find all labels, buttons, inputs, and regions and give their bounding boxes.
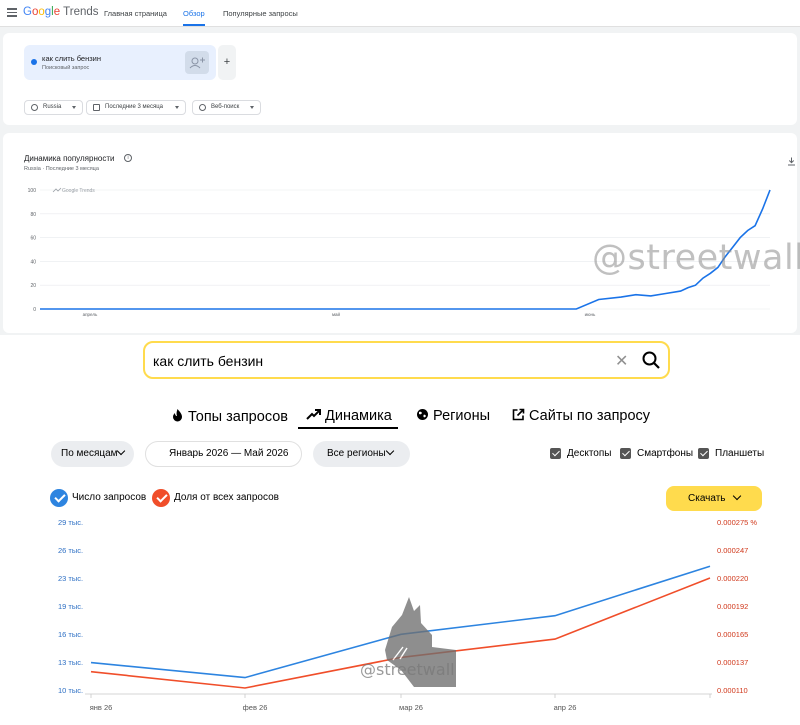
ya-y-right-tick-label: 0.000110	[717, 686, 748, 695]
gt-x-tick-label: апрель	[83, 312, 98, 317]
ya-y-left-tick-label: 19 тыс.	[58, 602, 83, 611]
ya-y-right-tick-label: 0.000192	[717, 602, 748, 611]
yandex-wordstat-panel: как слить бензин ✕ Топы запросов Динамик…	[0, 335, 800, 725]
ya-x-tick-label: апр 26	[554, 703, 577, 712]
ya-y-right-tick-label: 0.000220	[717, 574, 748, 583]
ya-y-left-tick-label: 23 тыс.	[58, 574, 83, 583]
gt-badge-label: Google Trends	[62, 188, 95, 194]
gt-y-tick-label: 80	[30, 212, 36, 218]
ya-y-left-tick-label: 13 тыс.	[58, 658, 83, 667]
ya-grid	[85, 693, 712, 698]
ya-y-axis-right: 0.000275 % 0.000247 0.000220 0.000192 0.0001…	[717, 518, 757, 695]
gt-y-axis: 100 80 60 40 20 0	[28, 188, 37, 313]
gt-x-axis: апрель май июнь	[83, 311, 596, 317]
ya-y-right-tick-label: 0.000247	[717, 546, 748, 555]
gt-y-tick-label: 20	[30, 283, 36, 289]
gt-x-tick-label: май	[332, 311, 341, 317]
ya-y-left-tick-label: 16 тыс.	[58, 630, 83, 639]
gt-y-tick-label: 0	[33, 307, 36, 313]
ya-y-right-tick-label: 0.000275 %	[717, 518, 757, 527]
google-trends-panel: Google Trends Главная страница Обзор Поп…	[0, 0, 800, 335]
ya-x-tick-label: мар 26	[399, 703, 423, 712]
ya-y-left-tick-label: 10 тыс.	[58, 686, 83, 695]
ya-y-axis-left: 29 тыс. 26 тыс. 23 тыс. 19 тыс. 16 тыс. 13 ты…	[58, 518, 83, 695]
ya-y-left-tick-label: 29 тыс.	[58, 518, 83, 527]
mascot-watermark-text: @streetwall	[360, 660, 455, 679]
ya-y-left-tick-label: 26 тыс.	[58, 546, 83, 555]
ya-x-tick-label: фев 26	[243, 703, 268, 712]
google-trends-chart: 100 80 60 40 20 0 апрель май июнь Google Trends	[28, 187, 771, 317]
gt-badge: Google Trends	[52, 187, 95, 194]
ya-y-right-tick-label: 0.000137	[717, 658, 748, 667]
watermark-text: @streetwall	[592, 238, 800, 278]
gt-y-tick-label: 60	[30, 236, 36, 242]
ya-y-right-tick-label: 0.000165	[717, 630, 748, 639]
ya-x-axis: янв 26 фев 26 мар 26 апр 26	[90, 703, 577, 712]
ya-x-tick-label: янв 26	[90, 703, 113, 712]
gt-y-tick-label: 100	[28, 188, 37, 194]
gt-x-tick-label: июнь	[585, 312, 596, 317]
gt-y-tick-label: 40	[30, 259, 36, 265]
